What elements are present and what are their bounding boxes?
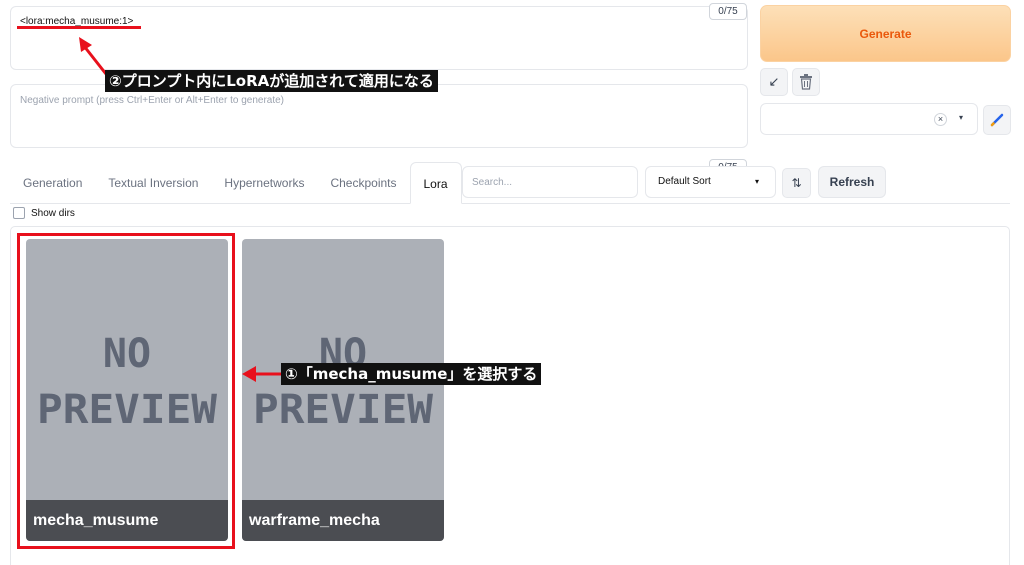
read-params-button[interactable]: ↙ — [760, 68, 788, 96]
lora-card-warframe-mecha[interactable]: NO PREVIEW warframe_mecha — [242, 239, 444, 541]
sort-order-button[interactable]: ⇅ — [782, 168, 811, 198]
search-input[interactable] — [462, 166, 638, 198]
show-dirs-label: Show dirs — [31, 207, 75, 219]
callout-prompt-added: ②プロンプト内にLoRAが追加されて適用になる — [105, 70, 438, 92]
tab-generation[interactable]: Generation — [10, 162, 95, 204]
generate-button[interactable]: Generate — [760, 5, 1011, 62]
tab-lora[interactable]: Lora — [409, 162, 462, 204]
trash-icon — [800, 74, 812, 90]
prompt-underline — [17, 26, 141, 29]
show-dirs-checkbox[interactable] — [13, 207, 25, 219]
clear-icon[interactable]: × — [934, 113, 947, 126]
prompt-input[interactable]: <lora:mecha_musume:1> 0/75 — [10, 3, 748, 70]
tab-checkpoints[interactable]: Checkpoints — [317, 162, 409, 204]
svg-text:PREVIEW: PREVIEW — [253, 387, 434, 433]
sort-dropdown[interactable]: Default Sort ▾ — [645, 166, 776, 198]
sort-order-icon: ⇅ — [791, 176, 802, 190]
extra-networks-tabs: Generation Textual Inversion Hypernetwor… — [10, 162, 462, 204]
tab-hypernetworks[interactable]: Hypernetworks — [211, 162, 317, 204]
refresh-button[interactable]: Refresh — [818, 166, 886, 198]
selection-highlight-box — [17, 233, 235, 549]
tab-textual-inversion[interactable]: Textual Inversion — [95, 162, 211, 204]
card-name: warframe_mecha — [242, 500, 444, 541]
styles-dropdown[interactable]: × ▾ — [760, 103, 978, 135]
edit-styles-button[interactable] — [983, 105, 1011, 135]
pencil-icon — [990, 113, 1004, 127]
chevron-down-icon: ▾ — [958, 113, 963, 122]
no-preview-image: NO PREVIEW — [253, 331, 434, 433]
chevron-down-icon: ▾ — [754, 177, 759, 186]
negative-prompt-input[interactable]: Negative prompt (press Ctrl+Enter or Alt… — [10, 84, 748, 176]
show-dirs-toggle[interactable]: Show dirs — [13, 207, 75, 219]
arrow-down-left-icon: ↙ — [768, 74, 780, 89]
negative-prompt-placeholder: Negative prompt (press Ctrl+Enter or Alt… — [20, 95, 285, 106]
callout-select-lora: ①「mecha_musume」を選択する — [281, 363, 542, 385]
sort-value: Default Sort — [658, 176, 711, 187]
prompt-token-count: 0/75 — [709, 3, 747, 20]
clear-prompt-button[interactable] — [792, 68, 820, 96]
